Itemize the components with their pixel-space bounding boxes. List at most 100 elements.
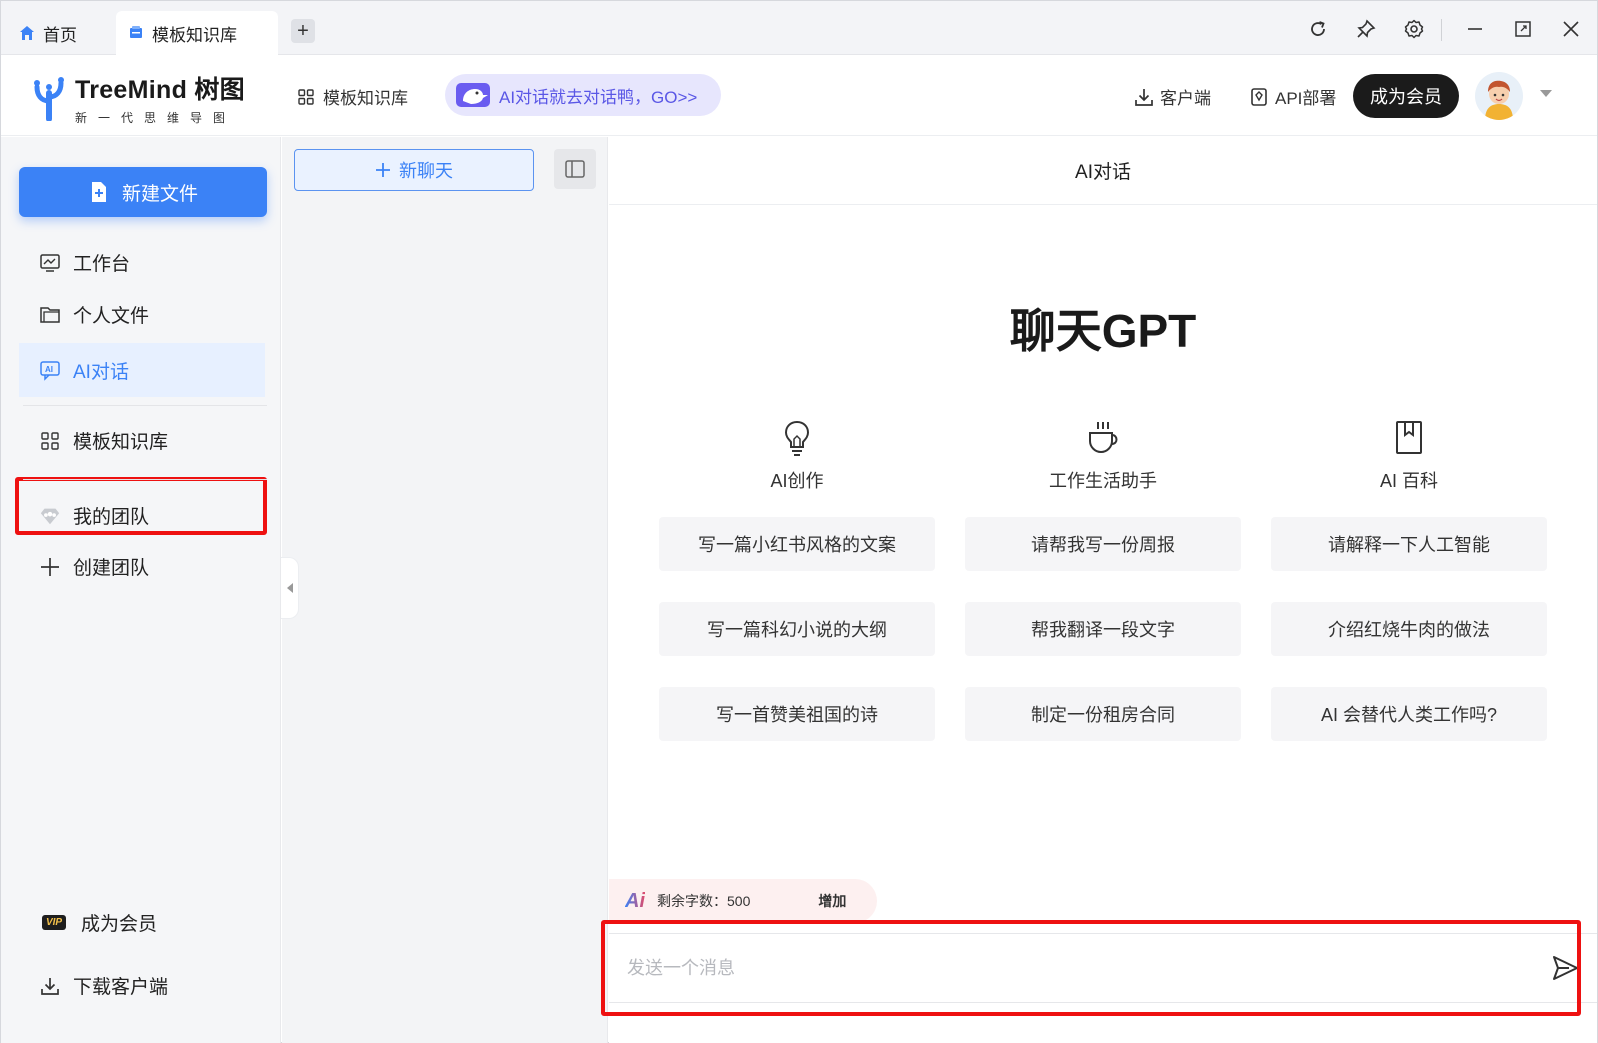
api-label: API部署 — [1275, 89, 1337, 108]
ai-chat-icon: AI — [39, 359, 61, 381]
new-chat-label: 新聊天 — [399, 161, 453, 181]
restore-icon[interactable] — [1511, 17, 1535, 41]
lightbulb-icon — [780, 419, 814, 457]
quota-bar: Ai 剩余字数：500 增加 — [609, 879, 877, 923]
suggestion-card[interactable]: 写一首赞美祖国的诗 — [659, 687, 935, 741]
sidebar-item-my-team[interactable]: 我的团队 — [39, 502, 149, 529]
suggestion-card[interactable]: 请解释一下人工智能 — [1271, 517, 1547, 571]
header-nav-template-library[interactable]: 模板知识库 — [297, 84, 408, 109]
close-icon[interactable] — [1559, 17, 1583, 41]
category-work-life-assistant: 工作生活助手 — [965, 419, 1241, 493]
download-icon — [39, 975, 61, 997]
chat-list-panel: 新聊天 — [282, 137, 608, 1043]
tab-label: 模板知识库 — [152, 25, 237, 45]
tab-label: 首页 — [43, 25, 77, 45]
become-member-button[interactable]: 成为会员 — [1353, 74, 1459, 118]
plus-icon — [39, 556, 61, 578]
refresh-icon[interactable] — [1306, 17, 1330, 41]
divider — [23, 405, 267, 406]
category-label: AI 百科 — [1379, 471, 1438, 491]
tree-logo-icon — [34, 77, 64, 121]
suggestion-card[interactable]: 请帮我写一份周报 — [965, 517, 1241, 571]
app-window: 首页 模板知识库 + TreeMind 树图 新一代思维导图 模板知识库 AI对… — [0, 0, 1598, 1043]
vip-badge: VIP — [41, 915, 67, 930]
suggestion-card[interactable]: AI 会替代人类工作吗? — [1271, 687, 1547, 741]
monitor-icon — [39, 252, 61, 274]
logo-title: TreeMind 树图 — [75, 76, 245, 104]
sidebar-download-client[interactable]: 下载客户端 — [39, 972, 168, 999]
promo-text: AI对话就去对话鸭，GO>> — [499, 87, 698, 107]
divider — [1441, 19, 1442, 41]
chat-main: AI对话 聊天GPT AI创作 工作生活助手 AI 百科 写一篇小红书风格的文案… — [609, 137, 1597, 1043]
new-chat-button[interactable]: 新聊天 — [294, 149, 534, 191]
sidebar-item-label: 下载客户端 — [73, 977, 169, 998]
coffee-cup-icon — [1086, 419, 1120, 457]
pin-icon[interactable] — [1354, 17, 1378, 41]
sidebar-item-create-team[interactable]: 创建团队 — [39, 553, 149, 580]
page-title: AI对话 — [609, 137, 1597, 205]
hero-title: 聊天GPT — [1009, 305, 1197, 357]
suggestion-card[interactable]: 制定一份租房合同 — [965, 687, 1241, 741]
gear-icon[interactable] — [1402, 17, 1426, 41]
home-icon — [19, 25, 35, 41]
svg-text:AI: AI — [45, 365, 53, 374]
highlight-box — [601, 920, 1581, 1016]
sidebar-item-workbench[interactable]: 工作台 — [39, 249, 130, 276]
api-badge-icon — [1251, 87, 1267, 106]
folder-icon — [39, 304, 61, 326]
chevron-left-icon — [286, 583, 293, 593]
sidebar-item-label: 工作台 — [73, 254, 131, 275]
logo-subtitle: 新一代思维导图 — [75, 111, 237, 125]
sidebar-item-personal-files[interactable]: 个人文件 — [39, 301, 149, 328]
add-tab-button[interactable]: + — [291, 19, 315, 43]
team-icon — [39, 505, 61, 527]
sidebar-item-label: 个人文件 — [73, 306, 150, 327]
sidebar-become-member[interactable]: VIP 成为会员 — [39, 909, 157, 936]
client-download-button[interactable]: 客户端 — [1134, 84, 1211, 109]
sidebar-item-label: 成为会员 — [81, 914, 158, 935]
toggle-panel-button[interactable] — [554, 149, 596, 189]
sidebar-panel-icon — [565, 160, 585, 178]
suggestion-card[interactable]: 介绍红烧牛肉的做法 — [1271, 602, 1547, 656]
sidebar-item-label: 创建团队 — [73, 558, 150, 579]
client-label: 客户端 — [1160, 89, 1211, 108]
chevron-down-icon[interactable] — [1540, 90, 1552, 97]
api-deploy-button[interactable]: API部署 — [1249, 84, 1336, 109]
new-file-icon — [91, 182, 106, 202]
template-icon — [128, 25, 144, 41]
grid-icon — [39, 430, 61, 452]
minimize-icon[interactable] — [1463, 17, 1487, 41]
quota-add-button[interactable]: 增加 — [818, 891, 846, 911]
grid-icon — [298, 88, 314, 105]
promo-banner[interactable]: AI对话就去对话鸭，GO>> — [445, 74, 721, 116]
tab-bar: 首页 模板知识库 + — [1, 1, 1597, 55]
duck-mascot-icon — [456, 83, 490, 107]
sidebar-item-ai-chat[interactable]: AI AI对话 — [19, 343, 265, 397]
category-label: AI创作 — [770, 471, 824, 491]
sidebar-item-label: AI对话 — [73, 361, 129, 383]
vip-badge-icon: VIP — [39, 912, 69, 934]
sidebar: 新建文件 工作台 个人文件 AI AI对话 模板知识库 我的团队 创建团队 VI… — [1, 137, 281, 1043]
category-label: 工作生活助手 — [1049, 471, 1157, 491]
app-header: TreeMind 树图 新一代思维导图 模板知识库 AI对话就去对话鸭，GO>>… — [1, 56, 1597, 136]
avatar[interactable] — [1475, 72, 1523, 120]
plus-icon — [376, 163, 390, 177]
collapse-sidebar-button[interactable] — [281, 557, 299, 619]
ai-logo-icon: Ai — [625, 889, 645, 912]
treemind-logo[interactable]: TreeMind 树图 新一代思维导图 — [31, 70, 245, 126]
category-ai-encyclopedia: AI 百科 — [1271, 419, 1547, 493]
bookmark-book-icon — [1392, 419, 1426, 457]
suggestion-card[interactable]: 写一篇科幻小说的大纲 — [659, 602, 935, 656]
suggestion-card[interactable]: 帮我翻译一段文字 — [965, 602, 1241, 656]
tab-home[interactable]: 首页 — [19, 11, 111, 55]
sidebar-item-template-library[interactable]: 模板知识库 — [39, 427, 168, 454]
nav-label: 模板知识库 — [323, 89, 408, 108]
category-ai-creation: AI创作 — [659, 419, 935, 493]
new-file-label: 新建文件 — [121, 183, 198, 205]
suggestion-card[interactable]: 写一篇小红书风格的文案 — [659, 517, 935, 571]
tab-template-library[interactable]: 模板知识库 — [116, 11, 278, 55]
quota-remaining: 剩余字数：500 — [657, 893, 751, 909]
new-file-button[interactable]: 新建文件 — [19, 167, 267, 217]
sidebar-item-label: 我的团队 — [73, 507, 150, 528]
divider — [23, 479, 267, 480]
